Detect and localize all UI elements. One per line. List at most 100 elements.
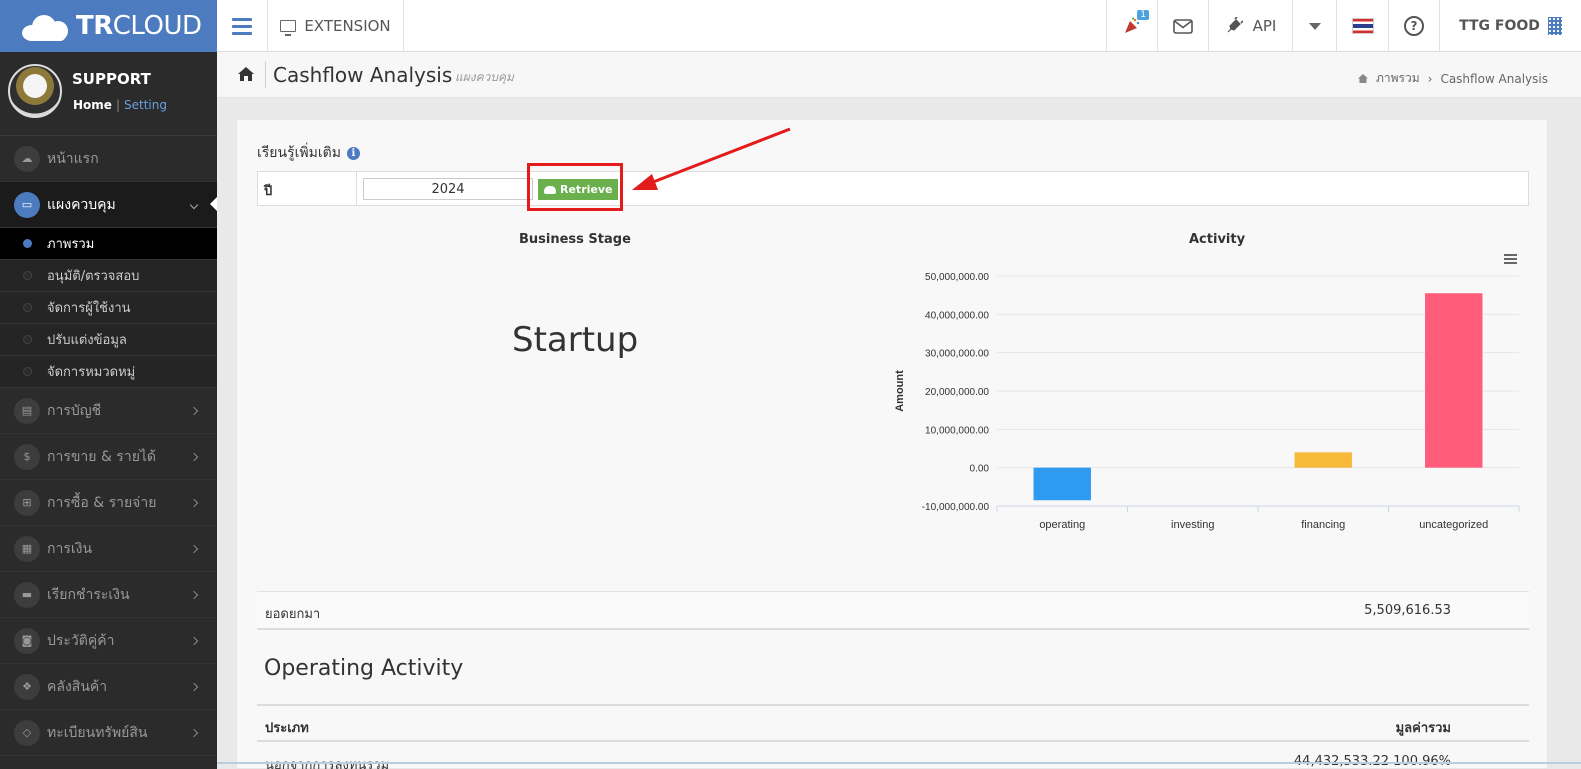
bullet-icon	[23, 367, 32, 376]
question-icon: ?	[1404, 16, 1424, 36]
carry-forward-value: 5,509,616.53	[1364, 603, 1451, 618]
monitor-icon	[280, 20, 297, 36]
company-name: TTG FOOD	[1459, 18, 1540, 34]
sidebar-subitem-users[interactable]: จัดการผู้ใช้งาน	[0, 292, 217, 324]
cart-icon: ⊞	[14, 489, 40, 516]
cubes-icon: ❖	[14, 673, 40, 700]
notification-button[interactable]: 1	[1106, 0, 1157, 52]
home-link[interactable]: Home	[73, 98, 112, 112]
cloud-icon: ☁	[14, 145, 40, 172]
home-icon	[1357, 74, 1368, 83]
chevron-right-icon	[189, 406, 199, 415]
business-stage-value: Startup	[512, 320, 639, 360]
chevron-right-icon	[189, 498, 199, 507]
trcloud-logo[interactable]: TRCLOUD	[0, 0, 217, 52]
year-filter-row: ปี Retrieve	[257, 171, 1529, 206]
chevron-right-icon	[189, 590, 199, 599]
caret-down-icon	[1308, 22, 1321, 30]
sidebar-item-inventory[interactable]: ❖ คลังสินค้า	[0, 664, 217, 710]
column-type: ประเภท	[265, 721, 309, 736]
help-button[interactable]: ?	[1388, 0, 1439, 52]
setting-link[interactable]: Setting	[124, 98, 167, 112]
sidebar-subitem-approve[interactable]: อนุมัติ/ตรวจสอบ	[0, 260, 217, 292]
cloud-logo-icon	[22, 11, 72, 41]
monitor-icon: ▭	[14, 191, 40, 218]
column-total: มูลค่ารวม	[1395, 721, 1451, 736]
sidebar-item-assets[interactable]: ◇ ทะเบียนทรัพย์สิน	[0, 710, 217, 756]
avatar[interactable]	[8, 64, 62, 118]
sidebar-item-dashboard[interactable]: ▭ แผงควบคุม	[0, 182, 217, 228]
contact-icon: ◙	[14, 627, 40, 654]
mail-button[interactable]	[1157, 0, 1208, 52]
api-dropdown-button[interactable]	[1292, 0, 1336, 52]
plug-icon	[1227, 17, 1243, 33]
menu-toggle-button[interactable]	[217, 0, 268, 52]
book-icon: ▤	[14, 397, 40, 424]
y-tick-label: -10,000,000.00	[922, 502, 990, 513]
bullet-icon	[23, 239, 32, 248]
api-button[interactable]: API	[1208, 0, 1292, 52]
info-icon[interactable]: i	[346, 146, 360, 160]
page-header: Cashflow Analysis แผงควบคุม ภาพรวม › Cas…	[217, 52, 1581, 98]
bullet-icon	[23, 335, 32, 344]
carry-forward-row: ยอดยกมา 5,509,616.53	[257, 591, 1529, 630]
envelope-icon	[1173, 18, 1193, 34]
extension-button[interactable]: EXTENSION	[268, 0, 404, 52]
breadcrumb: ภาพรวม › Cashflow Analysis	[1357, 69, 1548, 88]
sidebar-subitem-categories[interactable]: จัดการหมวดหมู่	[0, 356, 217, 388]
bullet-icon	[23, 303, 32, 312]
sidebar-item-home[interactable]: ☁ หน้าแรก	[0, 136, 217, 182]
language-button[interactable]	[1336, 0, 1388, 52]
sidebar-subitem-overview[interactable]: ภาพรวม	[0, 228, 217, 260]
learn-more[interactable]: เรียนรู้เพิ่มเติม i	[257, 142, 360, 164]
profile-links: Home | Setting	[73, 98, 167, 112]
notification-badge: 1	[1137, 10, 1149, 20]
table-row[interactable]: นอกจากการลงทุนรวม 44,432,533.22 100.96%	[257, 744, 1529, 769]
y-tick-label: 20,000,000.00	[925, 387, 989, 398]
building-icon	[1547, 17, 1562, 35]
calendar-icon: ▦	[14, 535, 40, 562]
bar-financing	[1294, 452, 1352, 468]
card-icon: ▬	[14, 581, 40, 608]
y-tick-label: 50,000,000.00	[925, 272, 989, 283]
brand-name: TRCLOUD	[76, 11, 202, 41]
x-tick-label: financing	[1301, 519, 1345, 531]
company-menu[interactable]: TTG FOOD	[1439, 0, 1581, 52]
activity-bar-chart: 50,000,000.00 40,000,000.00 30,000,000.00 2…	[894, 272, 1520, 531]
y-tick-label: 40,000,000.00	[925, 310, 989, 321]
y-tick-label: 30,000,000.00	[925, 349, 989, 360]
api-label: API	[1252, 17, 1277, 35]
y-tick-label: 10,000,000.00	[925, 425, 989, 436]
sidebar-item-sales[interactable]: $ การขาย & รายได้	[0, 434, 217, 480]
year-input[interactable]	[363, 178, 533, 200]
x-tick-label: operating	[1039, 519, 1085, 531]
chevron-right-icon	[189, 636, 199, 645]
carry-forward-label: ยอดยกมา	[265, 607, 321, 622]
table-header: ประเภท มูลค่ารวม	[257, 704, 1529, 742]
sidebar-item-purchases[interactable]: ⊞ การซื้อ & รายจ่าย	[0, 480, 217, 526]
chevron-right-icon	[189, 544, 199, 553]
y-axis-title: Amount	[894, 370, 906, 412]
year-label: ปี	[258, 172, 357, 205]
chevron-down-icon	[189, 200, 199, 209]
bullet-icon	[23, 271, 32, 280]
x-tick-label: uncategorized	[1419, 519, 1488, 531]
page-title: Cashflow Analysis	[273, 63, 453, 87]
thai-flag-icon	[1351, 18, 1374, 34]
content-panel: เรียนรู้เพิ่มเติม i ปี Retrieve Business…	[236, 119, 1548, 769]
business-stage-title: Business Stage	[519, 232, 631, 247]
breadcrumb-overview[interactable]: ภาพรวม	[1376, 69, 1420, 88]
extension-label: EXTENSION	[304, 17, 391, 35]
chevron-right-icon: ›	[1427, 71, 1433, 86]
breadcrumb-current: Cashflow Analysis	[1440, 71, 1548, 86]
sidebar-item-accounting[interactable]: ▤ การบัญชี	[0, 388, 217, 434]
dollar-icon: $	[14, 443, 40, 470]
sidebar-item-finance[interactable]: ▦ การเงิน	[0, 526, 217, 572]
sidebar-item-contacts[interactable]: ◙ ประวัติคู่ค้า	[0, 618, 217, 664]
sidebar-subitem-settings[interactable]: ปรับแต่งข้อมูล	[0, 324, 217, 356]
sidebar-item-billing[interactable]: ▬ เรียกชำระเงิน	[0, 572, 217, 618]
x-tick-label: investing	[1171, 519, 1214, 531]
diamond-icon: ◇	[14, 719, 40, 746]
chevron-right-icon	[189, 682, 199, 691]
home-icon[interactable]	[237, 66, 255, 82]
